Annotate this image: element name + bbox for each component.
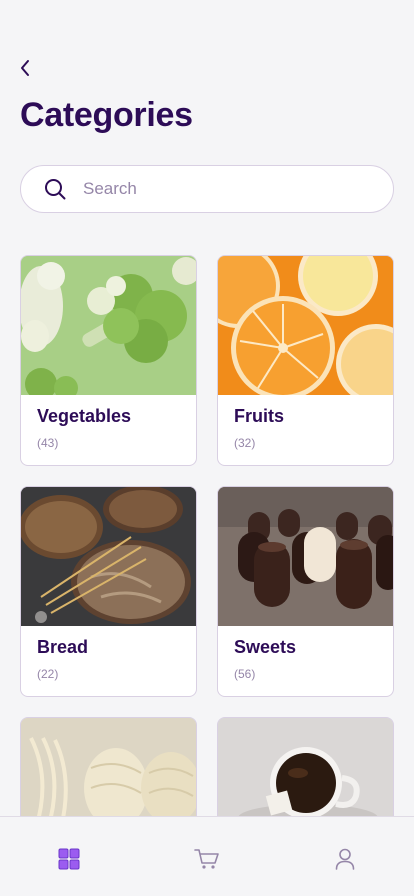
category-name: Vegetables	[37, 406, 132, 426]
category-count: (43)	[37, 436, 59, 450]
search-icon	[43, 177, 67, 201]
tab-profile[interactable]	[315, 845, 375, 873]
user-icon	[335, 848, 355, 870]
category-card-fruits[interactable]: Fruits (32)	[217, 255, 394, 466]
category-count: (22)	[37, 667, 59, 681]
category-name: Sweets	[234, 637, 297, 657]
category-card-vegetables[interactable]: Vegetables (43)	[20, 255, 197, 466]
bread-image	[21, 487, 196, 626]
category-card-bread[interactable]: Bread (22)	[20, 486, 197, 697]
search-input[interactable]	[83, 179, 343, 199]
grid-icon	[58, 848, 80, 870]
tab-categories[interactable]	[39, 845, 99, 873]
sweets-image	[218, 487, 393, 626]
category-card-sweets[interactable]: Sweets (56)	[217, 486, 394, 697]
category-grid: Vegetables (43) Fruits (32) Bread (22) S…	[20, 255, 394, 896]
page-title: Categories	[20, 96, 193, 134]
category-name: Bread	[37, 637, 89, 657]
tab-cart[interactable]	[177, 845, 237, 873]
category-name: Fruits	[234, 406, 285, 426]
vegetables-image	[21, 256, 196, 395]
bottom-tab-bar	[0, 816, 414, 896]
back-button[interactable]	[14, 56, 36, 80]
fruits-image	[218, 256, 393, 395]
category-count: (32)	[234, 436, 256, 450]
category-count: (56)	[234, 667, 256, 681]
cart-icon	[194, 849, 219, 869]
chevron-left-icon	[21, 60, 29, 76]
search-bar[interactable]	[20, 165, 394, 213]
